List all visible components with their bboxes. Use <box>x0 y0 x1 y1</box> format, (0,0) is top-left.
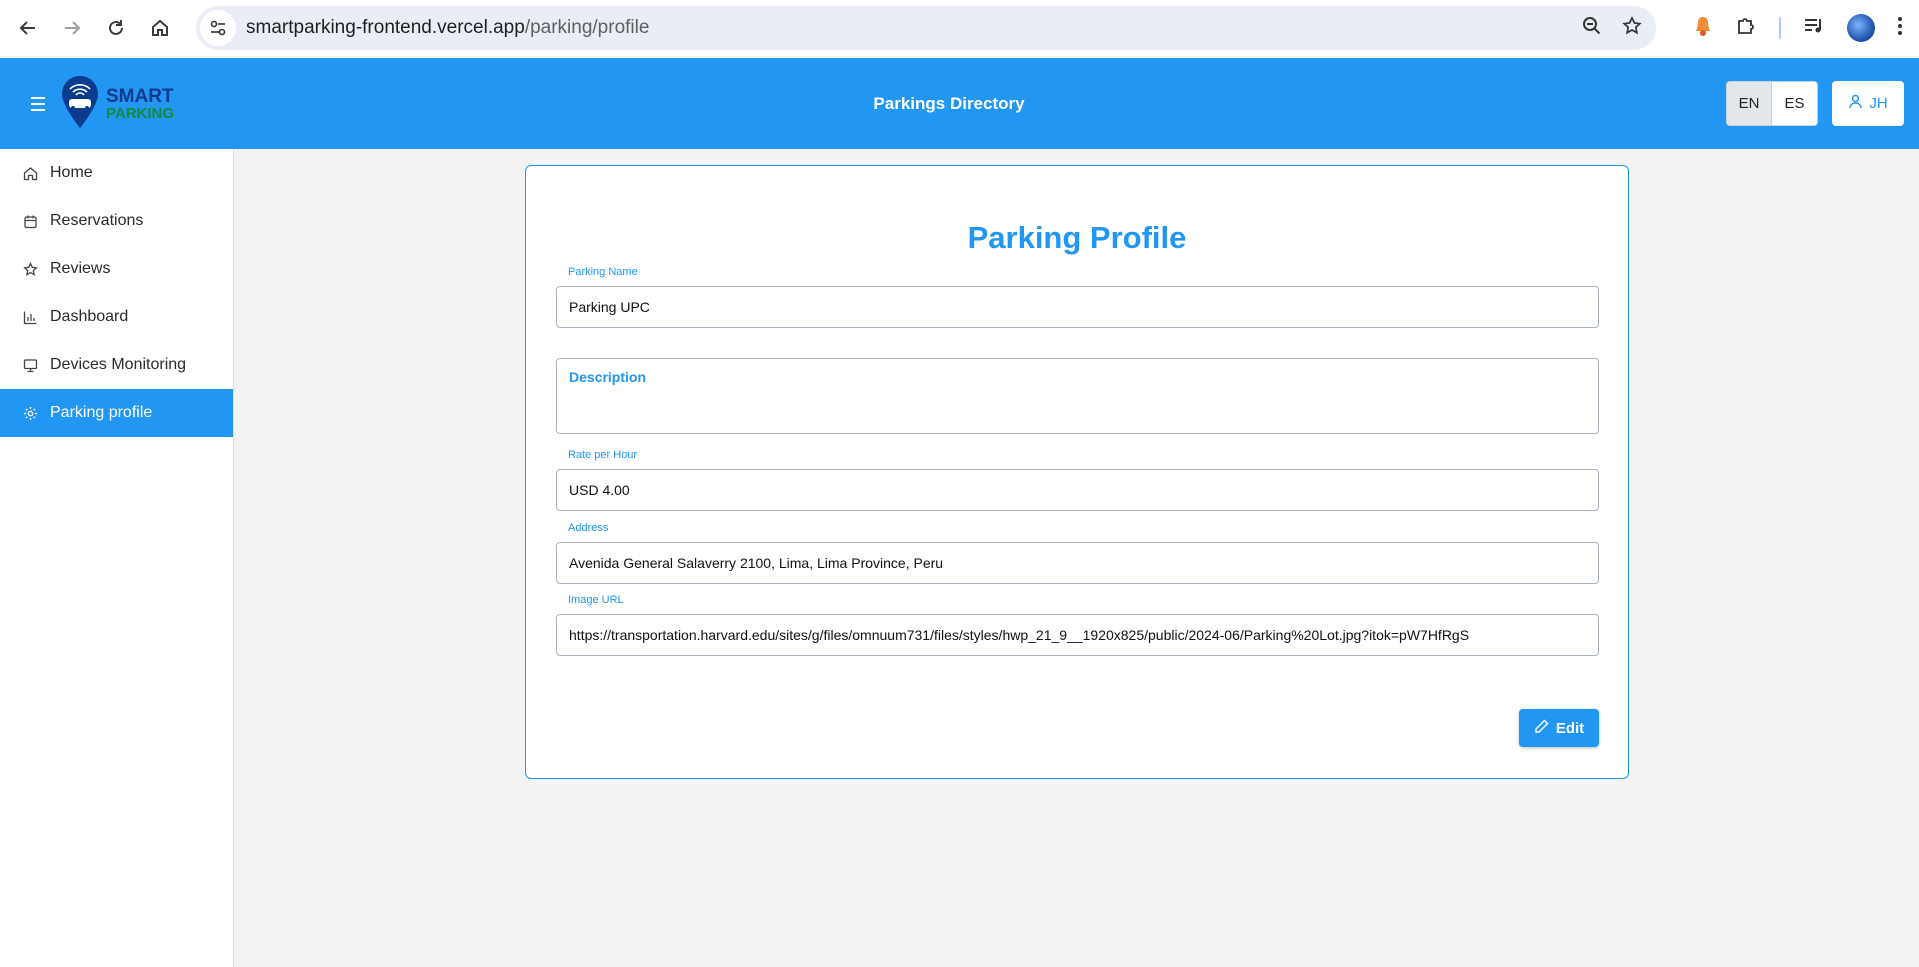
sidebar-item-label: Parking profile <box>50 404 153 421</box>
sidebar-item-label: Reviews <box>50 260 111 277</box>
sidebar-item-reviews[interactable]: Reviews <box>0 245 233 293</box>
url-host: smartparking-frontend.vercel.app <box>246 17 525 38</box>
page-title: Parking Profile <box>967 220 1187 255</box>
lang-en-button[interactable]: EN <box>1727 82 1772 125</box>
edit-button[interactable]: Edit <box>1519 709 1599 747</box>
toolbar-separator <box>1779 17 1781 39</box>
zoom-icon[interactable] <box>1582 16 1602 41</box>
bar-chart-icon <box>22 309 38 325</box>
parking-name-input[interactable]: Parking UPC <box>556 286 1599 328</box>
forward-icon[interactable] <box>50 6 94 50</box>
sidebar-item-label: Dashboard <box>50 308 129 325</box>
image-url-input[interactable]: https://transportation.harvard.edu/sites… <box>556 614 1599 656</box>
address-label: Address <box>568 522 609 534</box>
sidebar: Home Reservations Reviews Dashboard Devi… <box>0 149 234 967</box>
calendar-icon <box>22 213 38 229</box>
url-text: smartparking-frontend.vercel.app/parking… <box>246 17 649 39</box>
sidebar-item-reservations[interactable]: Reservations <box>0 197 233 245</box>
rate-field: Rate per Hour USD 4.00 <box>556 449 1599 511</box>
description-label: Description <box>569 369 647 385</box>
rate-label: Rate per Hour <box>568 449 638 461</box>
sidebar-item-dashboard[interactable]: Dashboard <box>0 293 233 341</box>
sidebar-item-parking-profile[interactable]: Parking profile <box>0 389 233 437</box>
rate-input[interactable]: USD 4.00 <box>556 469 1599 511</box>
star-icon <box>22 261 38 277</box>
home-icon <box>22 165 38 181</box>
bookmark-star-icon[interactable] <box>1622 15 1642 41</box>
address-input[interactable]: Avenida General Salaverry 2100, Lima, Li… <box>556 542 1599 584</box>
app-title: Parkings Directory <box>873 94 1025 113</box>
sidebar-item-label: Reservations <box>50 212 144 229</box>
sidebar-item-home[interactable]: Home <box>0 149 233 197</box>
description-textarea[interactable]: Description <box>556 358 1599 434</box>
monitor-icon <box>22 357 38 373</box>
url-path: /parking/profile <box>524 17 650 38</box>
image-url-label: Image URL <box>568 594 624 606</box>
puzzle-icon[interactable] <box>1735 15 1757 42</box>
sidebar-item-devices-monitoring[interactable]: Devices Monitoring <box>0 341 233 389</box>
gear-icon <box>22 405 38 421</box>
app-header: SMART PARKING Parkings Directory EN ES J… <box>0 58 1919 149</box>
media-control-icon[interactable] <box>1803 16 1825 41</box>
lang-es-button[interactable]: ES <box>1772 82 1817 125</box>
profile-avatar-icon[interactable] <box>1847 14 1875 42</box>
more-menu-icon[interactable] <box>1897 16 1903 41</box>
browser-toolbar: smartparking-frontend.vercel.app/parking… <box>0 0 1919 56</box>
home-browser-icon[interactable] <box>138 6 182 50</box>
parking-profile-card: Parking Profile Parking Name Parking UPC… <box>525 165 1629 779</box>
address-field: Address Avenida General Salaverry 2100, … <box>556 522 1599 584</box>
user-initials: JH <box>1869 95 1888 112</box>
edit-button-label: Edit <box>1555 719 1585 737</box>
address-bar[interactable]: smartparking-frontend.vercel.app/parking… <box>196 6 1656 50</box>
image-url-field: Image URL https://transportation.harvard… <box>556 594 1599 656</box>
parking-name-field: Parking Name Parking UPC <box>556 266 1599 328</box>
site-info-icon[interactable] <box>200 10 236 46</box>
parking-name-label: Parking Name <box>568 266 638 278</box>
sidebar-item-label: Home <box>50 164 93 181</box>
pencil-icon <box>1534 719 1549 738</box>
sidebar-item-label: Devices Monitoring <box>50 356 187 373</box>
extension-icon[interactable] <box>1693 15 1713 42</box>
user-icon <box>1848 94 1863 113</box>
back-icon[interactable] <box>6 6 50 50</box>
user-menu-button[interactable]: JH <box>1832 81 1904 126</box>
language-toggle: EN ES <box>1726 81 1818 126</box>
reload-icon[interactable] <box>94 6 138 50</box>
description-field: Description <box>556 358 1599 434</box>
